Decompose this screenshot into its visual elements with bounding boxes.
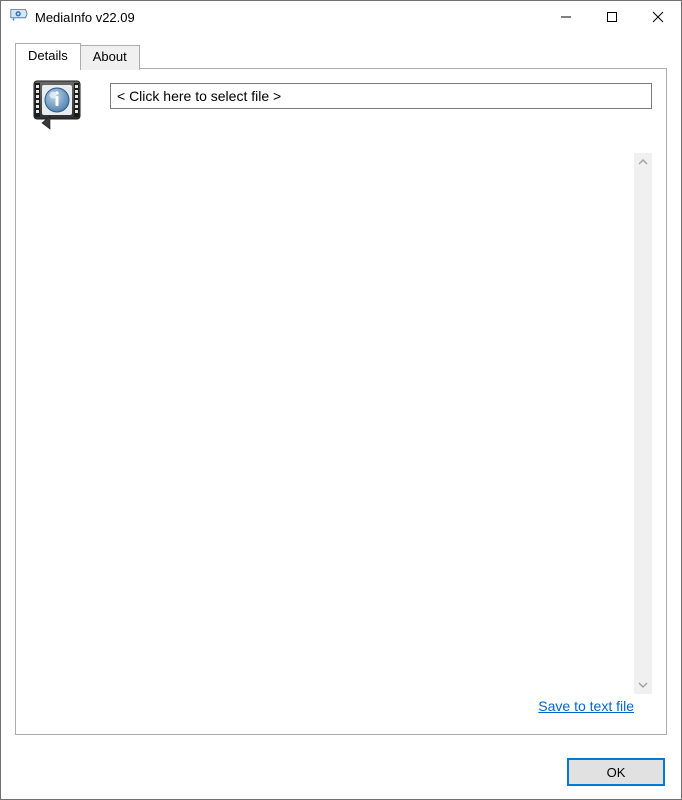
app-window: MediaInfo v22.09 Details About bbox=[0, 0, 682, 800]
window-controls bbox=[543, 1, 681, 33]
scroll-up-icon bbox=[634, 153, 652, 171]
footer: OK bbox=[1, 745, 681, 799]
window-title: MediaInfo v22.09 bbox=[35, 10, 543, 25]
minimize-icon bbox=[560, 11, 572, 23]
titlebar: MediaInfo v22.09 bbox=[1, 1, 681, 33]
tab-details[interactable]: Details bbox=[15, 43, 81, 69]
minimize-button[interactable] bbox=[543, 1, 589, 33]
app-icon bbox=[9, 8, 29, 26]
tab-about[interactable]: About bbox=[80, 45, 140, 70]
file-select-input[interactable]: < Click here to select file > bbox=[110, 83, 652, 109]
close-icon bbox=[652, 11, 664, 23]
info-display-area: Save to text file bbox=[110, 153, 652, 720]
tab-bar: Details About bbox=[15, 43, 667, 68]
ok-button[interactable]: OK bbox=[567, 758, 665, 786]
maximize-button[interactable] bbox=[589, 1, 635, 33]
mediainfo-logo-icon bbox=[30, 79, 92, 135]
vertical-scrollbar[interactable] bbox=[634, 153, 652, 694]
tab-panel-details: < Click here to select file > Save to te… bbox=[15, 68, 667, 735]
content-area: Details About bbox=[1, 33, 681, 745]
scroll-down-icon bbox=[634, 676, 652, 694]
file-select-row: < Click here to select file > bbox=[30, 83, 652, 135]
save-to-text-link[interactable]: Save to text file bbox=[538, 698, 634, 714]
maximize-icon bbox=[606, 11, 618, 23]
file-select-placeholder: < Click here to select file > bbox=[117, 88, 281, 104]
close-button[interactable] bbox=[635, 1, 681, 33]
